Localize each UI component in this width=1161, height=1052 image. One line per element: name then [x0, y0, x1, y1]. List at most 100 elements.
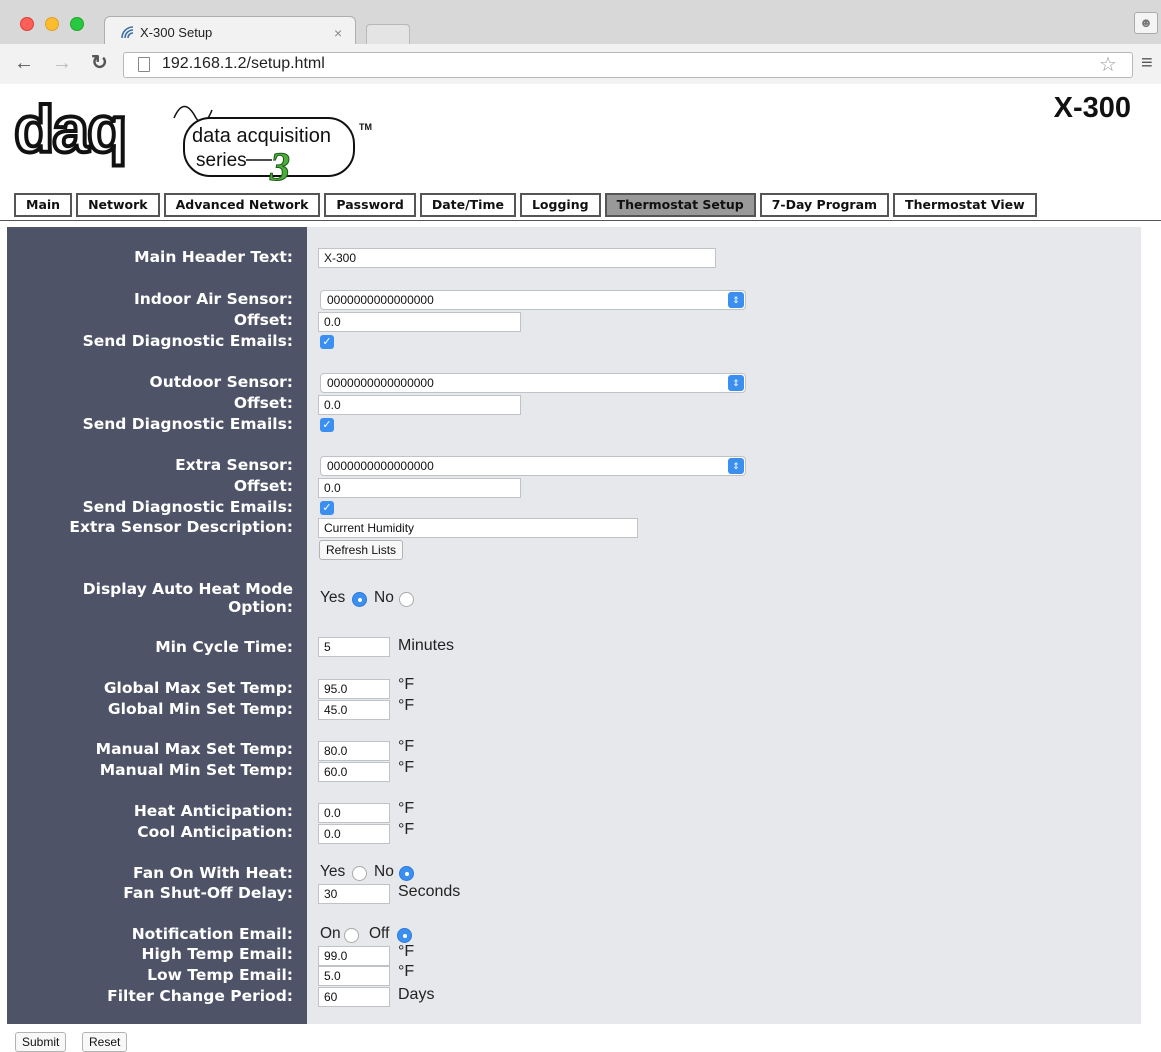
notification-off-label: Off — [369, 925, 390, 942]
tab-thermostat-view[interactable]: Thermostat View — [893, 193, 1037, 217]
heat-anticipation-label: Heat Anticipation: — [133, 802, 293, 820]
extra-offset-input[interactable]: 0.0 — [318, 478, 521, 498]
logo-line2-text: series — [196, 150, 247, 171]
temp-unit: °F — [398, 943, 415, 960]
forward-arrow-icon[interactable]: → — [52, 51, 72, 75]
refresh-lists-button[interactable]: Refresh Lists — [319, 540, 404, 560]
temp-unit: °F — [398, 800, 415, 817]
fan-delay-unit: Seconds — [398, 883, 461, 900]
nav-divider — [0, 220, 1161, 221]
low-temp-email-input[interactable]: 5.0 — [318, 966, 390, 986]
indoor-sensor-value: 0000000000000000 — [327, 293, 434, 307]
tab-password[interactable]: Password — [324, 193, 416, 217]
profile-icon[interactable]: ☻ — [1134, 12, 1158, 34]
outdoor-diag-checkbox[interactable]: ✓ — [320, 418, 334, 432]
indoor-offset-input[interactable]: 0.0 — [318, 312, 521, 332]
logo-tm-text: TM — [359, 122, 372, 132]
high-temp-email-input[interactable]: 99.0 — [318, 946, 390, 966]
auto-heat-yes-radio[interactable] — [352, 592, 367, 607]
extra-sensor-label: Extra Sensor: — [175, 456, 293, 474]
indoor-sensor-label: Indoor Air Sensor: — [133, 290, 293, 308]
browser-chrome: X-300 Setup × ☻ ← → ↻ 192.168.1.2/setup.… — [0, 0, 1161, 84]
tab-main[interactable]: Main — [14, 193, 73, 217]
maximize-window-button[interactable] — [70, 17, 84, 31]
url-text[interactable]: 192.168.1.2/setup.html — [162, 55, 325, 73]
outdoor-diag-label: Send Diagnostic Emails: — [82, 415, 293, 433]
fan-heat-no-label: No — [374, 863, 394, 880]
extra-diag-checkbox[interactable]: ✓ — [320, 501, 334, 515]
indoor-diag-label: Send Diagnostic Emails: — [82, 332, 293, 350]
min-cycle-label: Min Cycle Time: — [155, 638, 293, 656]
submit-button[interactable]: Submit — [15, 1032, 67, 1052]
notification-on-radio[interactable] — [344, 928, 359, 943]
reload-icon[interactable]: ↻ — [91, 51, 108, 75]
new-tab-button[interactable] — [366, 24, 410, 44]
tab-close-icon[interactable]: × — [334, 25, 342, 41]
fan-delay-label: Fan Shut-Off Delay: — [123, 884, 293, 902]
temp-unit: °F — [398, 697, 415, 714]
bookmark-star-icon[interactable]: ☆ — [1099, 52, 1117, 77]
indoor-diag-checkbox[interactable]: ✓ — [320, 335, 334, 349]
extra-sensor-select[interactable]: 0000000000000000 ⇕ — [320, 456, 746, 476]
global-min-input[interactable]: 45.0 — [318, 700, 390, 720]
logo-daq-text: daq — [14, 92, 125, 166]
daq-logo: daq data acquisition series TM 3 — [14, 90, 372, 185]
tab-thermostat-setup[interactable]: Thermostat Setup — [604, 193, 756, 217]
menu-icon[interactable]: ≡ — [1141, 52, 1153, 75]
indoor-sensor-select[interactable]: 0000000000000000 ⇕ — [320, 290, 746, 310]
high-temp-email-label: High Temp Email: — [141, 945, 293, 963]
fan-heat-yes-label: Yes — [320, 863, 346, 880]
fan-heat-yes-radio[interactable] — [352, 866, 367, 881]
reset-button[interactable]: Reset — [82, 1032, 128, 1052]
tab-title: X-300 Setup — [140, 25, 213, 40]
auto-heat-no-label: No — [374, 589, 394, 606]
manual-min-label: Manual Min Set Temp: — [99, 761, 293, 779]
auto-heat-label-line2: Option: — [228, 598, 293, 616]
low-temp-email-label: Low Temp Email: — [147, 966, 293, 984]
tab-advanced-network[interactable]: Advanced Network — [163, 193, 321, 217]
tab-7-day-program[interactable]: 7-Day Program — [759, 193, 890, 217]
manual-max-input[interactable]: 80.0 — [318, 741, 390, 761]
extra-sensor-value: 0000000000000000 — [327, 459, 434, 473]
tab-network[interactable]: Network — [76, 193, 160, 217]
global-max-label: Global Max Set Temp: — [103, 679, 293, 697]
back-arrow-icon[interactable]: ← — [14, 51, 34, 75]
page-title: X-300 — [1053, 92, 1131, 124]
select-arrows-icon: ⇕ — [728, 458, 744, 474]
notification-off-radio[interactable] — [397, 928, 412, 943]
notification-email-label: Notification Email: — [131, 925, 293, 943]
filter-change-unit: Days — [398, 986, 435, 1003]
minimize-window-button[interactable] — [45, 17, 59, 31]
extra-offset-label: Offset: — [233, 477, 293, 495]
fan-heat-no-radio[interactable] — [399, 866, 414, 881]
wifi-favicon-icon — [121, 26, 134, 39]
temp-unit: °F — [398, 676, 415, 693]
filter-change-label: Filter Change Period: — [107, 987, 293, 1005]
outdoor-offset-input[interactable]: 0.0 — [318, 395, 521, 415]
page-icon — [138, 57, 150, 72]
outdoor-sensor-select[interactable]: 0000000000000000 ⇕ — [320, 373, 746, 393]
fan-delay-input[interactable]: 30 — [318, 884, 390, 904]
manual-min-input[interactable]: 60.0 — [318, 762, 390, 782]
cool-anticipation-input[interactable]: 0.0 — [318, 824, 390, 844]
heat-anticipation-input[interactable]: 0.0 — [318, 803, 390, 823]
tab-date-time[interactable]: Date/Time — [419, 193, 516, 217]
extra-desc-input[interactable]: Current Humidity — [318, 518, 638, 538]
global-max-input[interactable]: 95.0 — [318, 679, 390, 699]
auto-heat-no-radio[interactable] — [399, 592, 414, 607]
extra-diag-label: Send Diagnostic Emails: — [82, 498, 293, 516]
filter-change-input[interactable]: 60 — [318, 987, 390, 1007]
outdoor-offset-label: Offset: — [233, 394, 293, 412]
indoor-offset-label: Offset: — [233, 311, 293, 329]
outdoor-sensor-label: Outdoor Sensor: — [149, 373, 293, 391]
main-header-input[interactable]: X-300 — [318, 248, 716, 268]
extra-desc-label: Extra Sensor Description: — [69, 518, 293, 536]
notification-on-label: On — [320, 925, 341, 942]
outdoor-sensor-value: 0000000000000000 — [327, 376, 434, 390]
tab-logging[interactable]: Logging — [519, 193, 601, 217]
main-header-label: Main Header Text: — [134, 248, 293, 266]
close-window-button[interactable] — [20, 17, 34, 31]
select-arrows-icon: ⇕ — [728, 292, 744, 308]
min-cycle-input[interactable]: 5 — [318, 637, 390, 657]
select-arrows-icon: ⇕ — [728, 375, 744, 391]
